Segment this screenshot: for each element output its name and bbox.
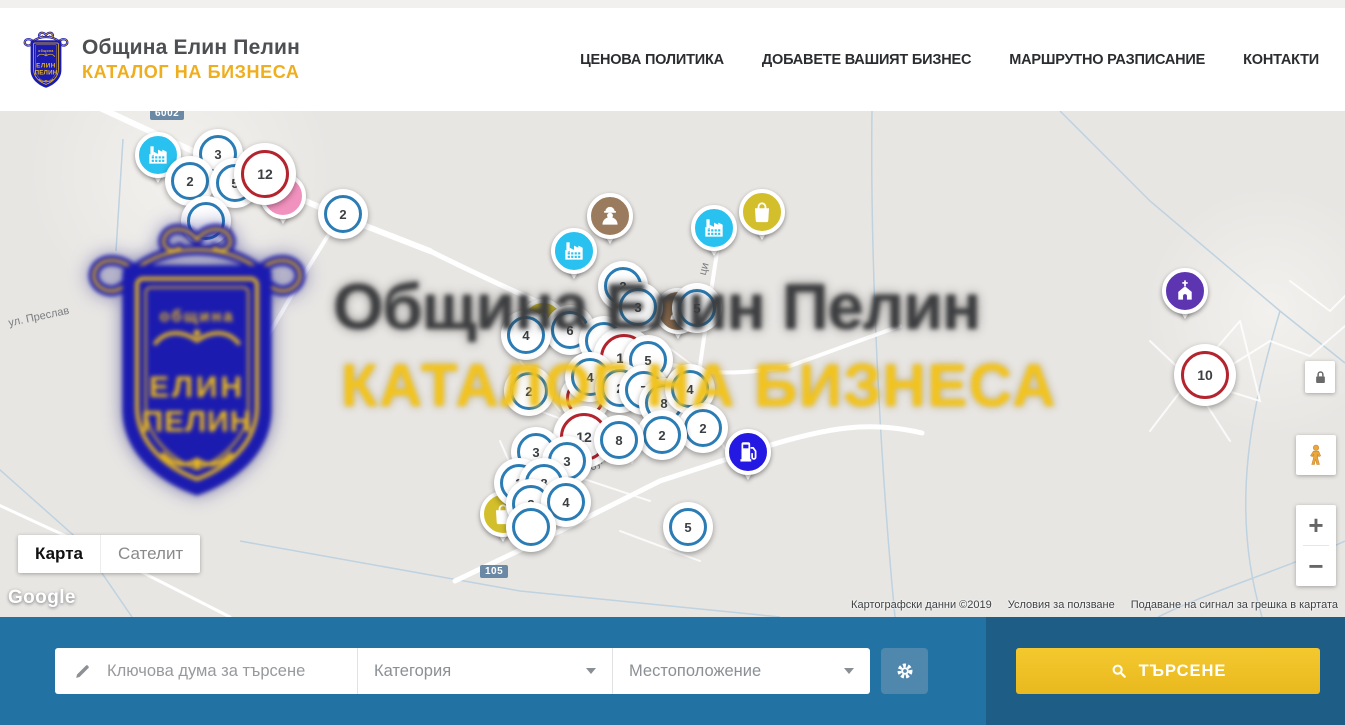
main-nav: ЦЕНОВА ПОЛИТИКА ДОБАВЕТЕ ВАШИЯТ БИЗНЕС МАР… <box>580 52 1319 68</box>
location-select[interactable]: Местоположение <box>612 648 870 694</box>
attribution-item[interactable]: Подаване на сигнал за грешка в картата <box>1131 599 1338 611</box>
attribution-item[interactable]: Условия за ползване <box>1008 599 1115 611</box>
factory-icon <box>145 142 171 168</box>
cluster-marker[interactable]: 5 <box>663 502 713 552</box>
category-select[interactable]: Категория <box>357 648 612 694</box>
cluster-marker[interactable]: 12 <box>234 143 296 205</box>
factory-icon <box>561 238 587 264</box>
pencil-icon <box>73 662 92 681</box>
zoom-out-button[interactable]: − <box>1296 546 1336 586</box>
top-strip <box>0 0 1345 8</box>
map-type-map-button[interactable]: Карта <box>18 535 100 573</box>
cluster-marker[interactable]: 2 <box>318 189 368 239</box>
search-bar-right-panel: ТЪРСЕНЕ <box>986 617 1345 725</box>
cluster-marker[interactable]: 2 <box>637 410 687 460</box>
pegman-button[interactable] <box>1296 435 1336 475</box>
factory-pin-marker[interactable] <box>691 205 737 251</box>
factory-pin-marker[interactable] <box>551 228 597 274</box>
pegman-icon <box>1304 443 1328 467</box>
nav-item-pricing[interactable]: ЦЕНОВА ПОЛИТИКА <box>580 52 724 68</box>
attribution-item: Картографски данни ©2019 <box>851 599 992 611</box>
worker-icon <box>597 203 623 229</box>
gear-icon <box>892 658 918 684</box>
keyword-field <box>55 648 357 694</box>
lock-button[interactable] <box>1305 361 1335 393</box>
google-logo[interactable]: Google <box>8 587 76 609</box>
page: Община Елин Пелин КАТАЛОГ НА БИЗНЕСА ЦЕН… <box>0 0 1345 725</box>
keyword-input[interactable] <box>105 661 357 682</box>
nav-item-route-schedule[interactable]: МАРШРУТНО РАЗПИСАНИЕ <box>1009 52 1205 68</box>
search-bar: ТЪРСЕНЕ Категория Местоположение <box>0 617 1345 725</box>
cluster-marker[interactable]: 8 <box>594 415 644 465</box>
map-attribution: Картографски данни ©2019 Условия за ползв… <box>851 599 1338 611</box>
search-fields: Категория Местоположение <box>55 648 870 694</box>
church-pin-marker[interactable] <box>1162 268 1208 314</box>
cluster-marker[interactable] <box>506 502 556 552</box>
markers-layer: 32512223564713542278422128333834510 <box>0 111 1345 617</box>
settings-button[interactable] <box>881 648 928 694</box>
chevron-down-icon <box>844 668 854 674</box>
search-button[interactable]: ТЪРСЕНЕ <box>1016 648 1320 694</box>
cluster-marker[interactable]: 4 <box>501 310 551 360</box>
cluster-marker[interactable]: 10 <box>1174 344 1236 406</box>
municipality-crest-logo <box>22 29 70 91</box>
cluster-marker[interactable]: 2 <box>504 366 554 416</box>
magnifier-icon <box>1110 662 1128 680</box>
factory-icon <box>701 215 727 241</box>
site-subtitle: КАТАЛОГ НА БИЗНЕСА <box>82 62 300 83</box>
church-icon <box>1172 278 1198 304</box>
nav-item-contacts[interactable]: КОНТАКТИ <box>1243 52 1319 68</box>
cluster-marker[interactable]: 5 <box>672 283 722 333</box>
lock-icon <box>1311 368 1330 387</box>
map-type-control: Карта Сателит <box>18 535 200 573</box>
map-canvas[interactable]: ул. Преславбул. „Новоселци6002105 325122… <box>0 111 1345 617</box>
nav-item-add-business[interactable]: ДОБАВЕТЕ ВАШИЯТ БИЗНЕС <box>762 52 971 68</box>
bag-pin-marker[interactable] <box>739 189 785 235</box>
bag-icon <box>749 199 775 225</box>
site-title: Община Елин Пелин <box>82 36 300 60</box>
map-type-satellite-button[interactable]: Сателит <box>100 535 200 573</box>
chevron-down-icon <box>586 668 596 674</box>
fuel-pin-marker[interactable] <box>725 429 771 475</box>
header: Община Елин Пелин КАТАЛОГ НА БИЗНЕСА ЦЕН… <box>0 8 1345 111</box>
zoom-control: + − <box>1296 505 1336 586</box>
fuel-icon <box>735 439 761 465</box>
site-logo[interactable]: Община Елин Пелин КАТАЛОГ НА БИЗНЕСА <box>22 29 300 91</box>
zoom-in-button[interactable]: + <box>1296 505 1336 545</box>
cluster-marker[interactable] <box>181 196 231 246</box>
